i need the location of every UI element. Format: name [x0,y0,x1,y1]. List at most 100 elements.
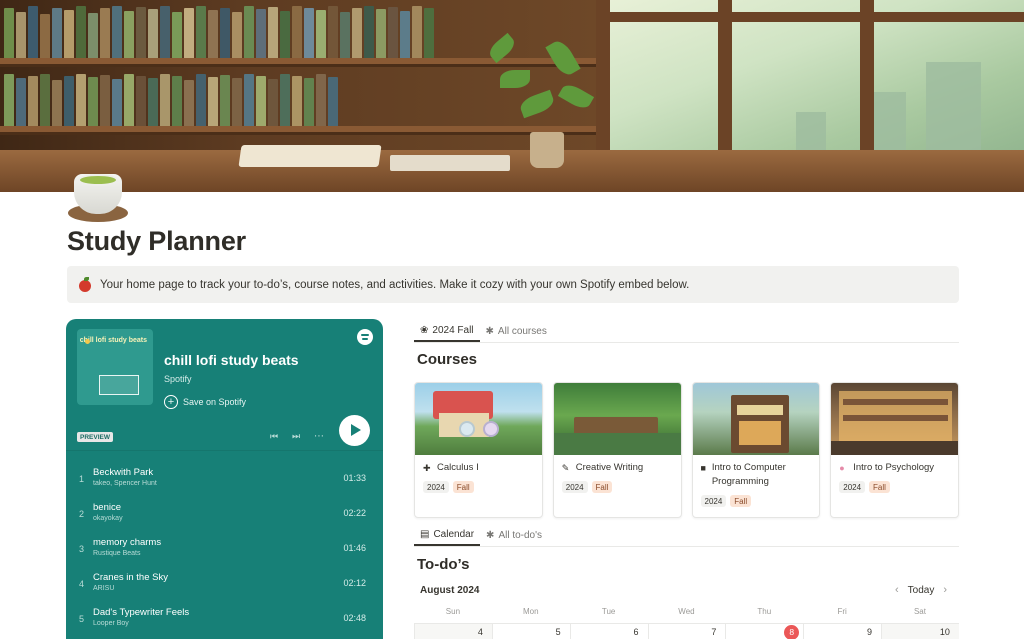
calendar-day[interactable]: 4 [414,624,492,639]
calendar-day[interactable]: 10 [881,624,959,639]
today-button[interactable]: Today [908,585,935,596]
track-artist: Looper Boy [93,620,129,627]
year-tag: 2024 [839,481,866,493]
tab-label: Calendar [433,528,475,540]
playlist-title[interactable]: chill lofi study beats [164,352,299,368]
save-label: Save on Spotify [183,397,247,407]
next-track-icon[interactable]: ⏭ [292,431,300,442]
weekday-label: Fri [837,607,847,616]
plus-icon: ✚ [423,463,431,473]
track-duration: 02:12 [343,578,366,588]
course-title: Calculus I [437,462,479,473]
calendar-day[interactable]: 9 [803,624,881,639]
track-duration: 02:48 [343,613,366,623]
course-card-creative-writing[interactable]: ✎ Creative Writing 2024 Fall [552,382,682,518]
save-on-spotify-button[interactable]: + Save on Spotify [164,395,246,409]
course-card-calculus[interactable]: ✚ Calculus I 2024 Fall [414,382,543,518]
course-card-computer-programming[interactable]: ■ Intro to Computer Programming 2024 Fal… [691,382,821,518]
day-number: 6 [633,627,639,637]
book-row-top [4,4,434,58]
weekday-label: Wed [678,607,695,616]
weekday-label: Tue [601,607,616,616]
track-number: 2 [79,509,85,519]
cover-image[interactable] [0,0,1024,192]
day-number: 4 [477,627,483,637]
shelf-board [0,58,600,67]
calendar-day[interactable]: 7 [647,624,726,639]
tab-label: 2024 Fall [432,324,474,336]
course-cover-image [692,383,820,455]
course-cover-image [831,383,958,455]
track-row[interactable]: 3 memory charms Rustique Beats 01:46 [66,530,383,565]
leaf-icon: ❀ [420,324,429,336]
track-number: 5 [79,614,85,624]
spotify-embed[interactable]: chill lofi study beats chill lofi study … [66,319,383,639]
term-tag: Fall [591,481,613,493]
scroll-icon: ✎ [561,463,570,473]
spotify-logo-icon[interactable] [357,329,373,345]
calendar-day[interactable]: 5 [491,624,570,639]
term-tag: Fall [452,481,474,493]
todos-heading[interactable]: To-do’s [417,556,470,573]
year-tag: 2024 [561,481,588,493]
weekday-header: Sun Mon Tue Wed Thu Fri Sat [414,607,959,616]
term-tag: Fall [869,481,890,493]
apple-icon [77,276,93,293]
brain-icon: ● [839,463,845,473]
course-card-psychology[interactable]: ● Intro to Psychology 2024 Fall [830,382,959,518]
track-artist: Rustique Beats [93,550,141,557]
page-title[interactable]: Study Planner [67,226,246,257]
courses-heading[interactable]: Courses [417,351,477,368]
track-row[interactable]: 5 Dad's Typewriter Feels Looper Boy 02:4… [66,600,383,635]
track-row[interactable]: 1 Beckwith Park takeo, Spencer Hunt 01:3… [66,460,383,495]
tab-2024-fall[interactable]: ❀ 2024 Fall [414,320,480,342]
track-number: 3 [79,544,85,554]
weekday-label: Thu [757,607,772,616]
matcha-cup-icon[interactable] [68,166,128,222]
playlist-cover-art[interactable]: chill lofi study beats [77,329,153,405]
tab-calendar[interactable]: ▤ Calendar [414,524,481,546]
shelf-board [0,126,600,135]
courses-view-tabs: ❀ 2024 Fall ✱ All courses [414,320,553,342]
today-marker: 8 [784,625,800,639]
todo-view-tabs: ▤ Calendar ✱ All to-do's [414,524,548,546]
track-list: 1 Beckwith Park takeo, Spencer Hunt 01:3… [66,460,383,635]
track-row[interactable]: 4 Cranes in the Sky ARISU 02:12 [66,565,383,600]
chevron-left-icon[interactable]: ‹ [895,584,899,596]
previous-track-icon[interactable]: ⏮ [270,431,278,442]
course-title: Creative Writing [575,462,644,473]
papers [390,155,510,171]
tab-all-courses[interactable]: ✱ All courses [480,320,553,342]
asterisk-icon: ✱ [485,325,494,337]
tab-label: All courses [497,325,547,337]
track-duration: 02:22 [343,508,366,518]
calendar-day[interactable]: 6 [569,624,648,639]
notion-page: Study Planner Your home page to track yo… [0,0,1024,639]
track-name: benice [93,502,121,513]
preview-badge: PREVIEW [77,432,113,442]
track-artist: takeo, Spencer Hunt [93,480,157,487]
track-name: Beckwith Park [93,467,154,478]
chevron-right-icon[interactable]: › [943,584,947,596]
plant-pot [530,132,564,168]
day-number: 9 [867,627,873,637]
tab-all-todos[interactable]: ✱ All to-do's [480,524,548,546]
calendar-day-today[interactable]: 8 [725,624,803,639]
year-tag: 2024 [700,495,727,507]
course-title: Intro to Computer Programming [711,462,786,487]
callout[interactable]: Your home page to track your to-do’s, co… [67,266,959,303]
more-options-icon[interactable]: ⋯ [314,431,324,442]
year-tag: 2024 [423,481,449,493]
course-gallery: ✚ Calculus I 2024 Fall ✎ Creative Writin… [414,382,959,518]
course-cover-image [415,383,542,455]
playlist-source[interactable]: Spotify [164,374,192,384]
calendar-week-row: 4 5 6 7 8 9 10 [414,623,959,639]
track-number: 4 [79,579,85,589]
day-number: 10 [939,627,950,637]
course-cover-image [553,383,681,455]
track-name: Cranes in the Sky [93,572,168,583]
track-name: memory charms [93,537,162,548]
track-row[interactable]: 2 benice okayokay 02:22 [66,495,383,530]
play-button[interactable] [339,415,370,446]
weekday-label: Sat [913,607,926,616]
